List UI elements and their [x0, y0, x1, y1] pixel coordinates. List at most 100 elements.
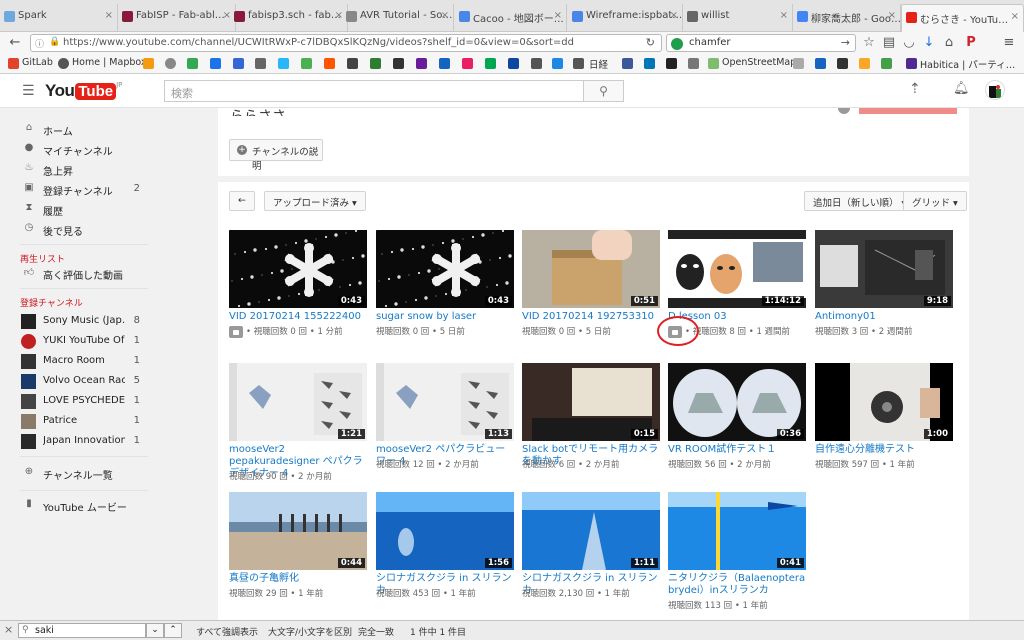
youtube-movies-item[interactable]: ▮ YouTube ムービー: [0, 496, 160, 516]
pinterest-icon[interactable]: P: [962, 34, 980, 52]
browser-tab[interactable]: Cacoo - 地図ボー… ×: [455, 4, 567, 32]
bookmark-icon[interactable]: [439, 58, 450, 69]
subscription-item[interactable]: Sony Music (Jap… 8: [0, 312, 160, 332]
video-title[interactable]: VID 20170214 192753310: [522, 311, 660, 323]
bookmark-gitlab[interactable]: GitLab: [22, 57, 53, 68]
bookmark-icon[interactable]: [508, 58, 519, 69]
view-dropdown[interactable]: グリッド ▾: [903, 191, 967, 211]
browser-search-box[interactable]: chamfer →: [666, 34, 856, 52]
video-thumbnail[interactable]: 0:43: [376, 230, 514, 308]
pocket-icon[interactable]: ◡: [900, 34, 918, 52]
home-icon[interactable]: ⌂: [940, 34, 958, 52]
highlight-all-toggle[interactable]: すべて強調表示: [196, 625, 258, 638]
download-icon[interactable]: ↓: [920, 34, 938, 52]
video-title[interactable]: 真昼の子亀孵化: [229, 573, 367, 585]
video-thumbnail[interactable]: 0:36: [668, 363, 806, 441]
subscription-item[interactable]: LOVE PSYCHEDE… 1: [0, 392, 160, 412]
bookmark-icon[interactable]: [301, 58, 312, 69]
video-thumbnail[interactable]: 0:51: [522, 230, 660, 308]
bookmark-icon[interactable]: [793, 58, 804, 69]
close-icon[interactable]: ×: [554, 10, 562, 21]
video-thumbnail[interactable]: 0:43: [229, 230, 367, 308]
browser-tab[interactable]: むらさき - YouTu… ×: [901, 4, 1024, 32]
search-icon[interactable]: [233, 58, 244, 69]
subscription-item[interactable]: Japan Innovation… 1: [0, 432, 160, 452]
find-next-button[interactable]: ⌄: [146, 623, 164, 638]
close-icon[interactable]: ×: [780, 10, 788, 21]
video-title[interactable]: VR ROOM試作テスト１: [668, 444, 806, 456]
close-icon[interactable]: ×: [105, 10, 113, 21]
bookmark-icon[interactable]: [881, 58, 892, 69]
browser-tab[interactable]: AVR Tutorial - So… ×: [342, 4, 454, 32]
video-thumbnail[interactable]: 1:56: [376, 492, 514, 570]
video-card[interactable]: 1:00 自作遠心分離機テスト 視聴回数 597 回 • 1 年前: [815, 363, 953, 483]
video-thumbnail[interactable]: 1:21: [229, 363, 367, 441]
bookmark-icon[interactable]: [859, 58, 870, 69]
youtube-search-input[interactable]: 検索: [164, 80, 584, 102]
sidebar-item[interactable]: ♨ 急上昇: [0, 160, 160, 180]
sidebar-item[interactable]: ⧗ 履歴: [0, 200, 160, 220]
bookmark-icon[interactable]: [347, 58, 358, 69]
video-card[interactable]: 0:51 VID 20170214 192753310 視聴回数 0 回 • 5 日…: [522, 230, 660, 350]
bookmark-icon[interactable]: [688, 58, 699, 69]
bookmark-icon[interactable]: [485, 58, 496, 69]
url-bar[interactable]: ⓘ 🔒 https://www.youtube.com/channel/UCWI…: [30, 34, 662, 52]
video-title[interactable]: VID 20170214 155222400: [229, 311, 367, 323]
bookmark-openstreetmap[interactable]: OpenStreetMap: [722, 57, 796, 68]
close-icon[interactable]: ×: [441, 10, 449, 21]
info-icon[interactable]: ⓘ: [35, 37, 44, 50]
sidebar-item[interactable]: ▣ 登録チャンネル 2: [0, 180, 160, 200]
bookmark-icon[interactable]: [462, 58, 473, 69]
bookmark-icon[interactable]: [278, 58, 289, 69]
subscription-item[interactable]: Macro Room 1: [0, 352, 160, 372]
bookmark-icon[interactable]: [815, 58, 826, 69]
video-thumbnail[interactable]: 0:41: [668, 492, 806, 570]
video-thumbnail[interactable]: 1:11: [522, 492, 660, 570]
subscribe-button[interactable]: [859, 108, 957, 114]
bookmark-habitica[interactable]: Habitica | パーティ…: [920, 57, 1015, 71]
amazon-icon[interactable]: [666, 58, 677, 69]
bookmark-icon[interactable]: [416, 58, 427, 69]
video-card[interactable]: 1:56 シロナガスクジラ in スリランカ 視聴回数 453 回 • 1 年前: [376, 492, 514, 612]
video-card[interactable]: 0:36 VR ROOM試作テスト１ 視聴回数 56 回 • 2 か月前: [668, 363, 806, 483]
video-card[interactable]: 1:13 mooseVer2 ペパクラビューワー 4 視聴回数 12 回 • 2 か…: [376, 363, 514, 483]
match-case-toggle[interactable]: 大文字/小文字を区別: [268, 625, 352, 638]
whole-word-toggle[interactable]: 完全一致: [358, 625, 394, 638]
subscription-item[interactable]: YUKI YouTube Of… 1: [0, 332, 160, 352]
close-icon[interactable]: ×: [888, 10, 896, 21]
video-card[interactable]: 1:21 mooseVer2 pepakuradesigner ペパクラデザイナー…: [229, 363, 367, 483]
find-input[interactable]: ⚲ saki: [18, 623, 146, 638]
video-title[interactable]: 自作遠心分離機テスト: [815, 444, 953, 456]
video-card[interactable]: 0:15 Slack botでリモート用カメラを動かす 視聴回数 6 回 • 2 か…: [522, 363, 660, 483]
browser-tab[interactable]: Spark ×: [0, 4, 118, 32]
bookmark-mapbox[interactable]: Home | Mapbox: [72, 57, 147, 68]
bookmark-icon[interactable]: [143, 58, 154, 69]
notifications-icon[interactable]: 🔔︎: [953, 81, 970, 96]
browser-tab[interactable]: fabisp3.sch - fab… ×: [230, 4, 348, 32]
star-icon[interactable]: ☆: [860, 34, 878, 52]
linkedin-icon[interactable]: [644, 58, 655, 69]
sidebar-item[interactable]: ◷ 後で見る: [0, 220, 160, 240]
clipboard-icon[interactable]: ▤: [880, 34, 898, 52]
bookmark-icon[interactable]: [531, 58, 542, 69]
search-button[interactable]: ⚲: [584, 80, 624, 102]
sidebar-item[interactable]: ⌂ ホーム: [0, 120, 160, 140]
browser-tab[interactable]: 柳家喬太郎 - Goo… ×: [793, 4, 901, 32]
facebook-icon[interactable]: [622, 58, 633, 69]
subscription-item[interactable]: Volvo Ocean Race 5: [0, 372, 160, 392]
sort-dropdown[interactable]: 追加日（新しい順） ▾: [804, 191, 916, 211]
video-thumbnail[interactable]: 0:44: [229, 492, 367, 570]
video-thumbnail[interactable]: 1:14:12: [668, 230, 806, 308]
bookmark-nikkei[interactable]: 日経: [589, 57, 608, 71]
reload-icon[interactable]: ↻: [646, 36, 655, 49]
video-title[interactable]: ニタリクジラ（Balaenoptera brydei）inスリランカ: [668, 573, 806, 597]
video-card[interactable]: 0:43 VID 20170214 155222400 • 視聴回数 0 回 • 1…: [229, 230, 367, 350]
channel-description-button[interactable]: + チャンネルの説明: [229, 139, 323, 172]
video-thumbnail[interactable]: 1:00: [815, 363, 953, 441]
soundcloud-icon[interactable]: [324, 58, 335, 69]
video-card[interactable]: 0:41 ニタリクジラ（Balaenoptera brydei）inスリランカ 視聴…: [668, 492, 806, 612]
go-arrow-icon[interactable]: →: [841, 36, 850, 49]
close-icon[interactable]: ×: [670, 10, 678, 21]
back-button[interactable]: ←: [229, 191, 255, 211]
browser-tab[interactable]: Wireframe:ispbat… ×: [568, 4, 683, 32]
